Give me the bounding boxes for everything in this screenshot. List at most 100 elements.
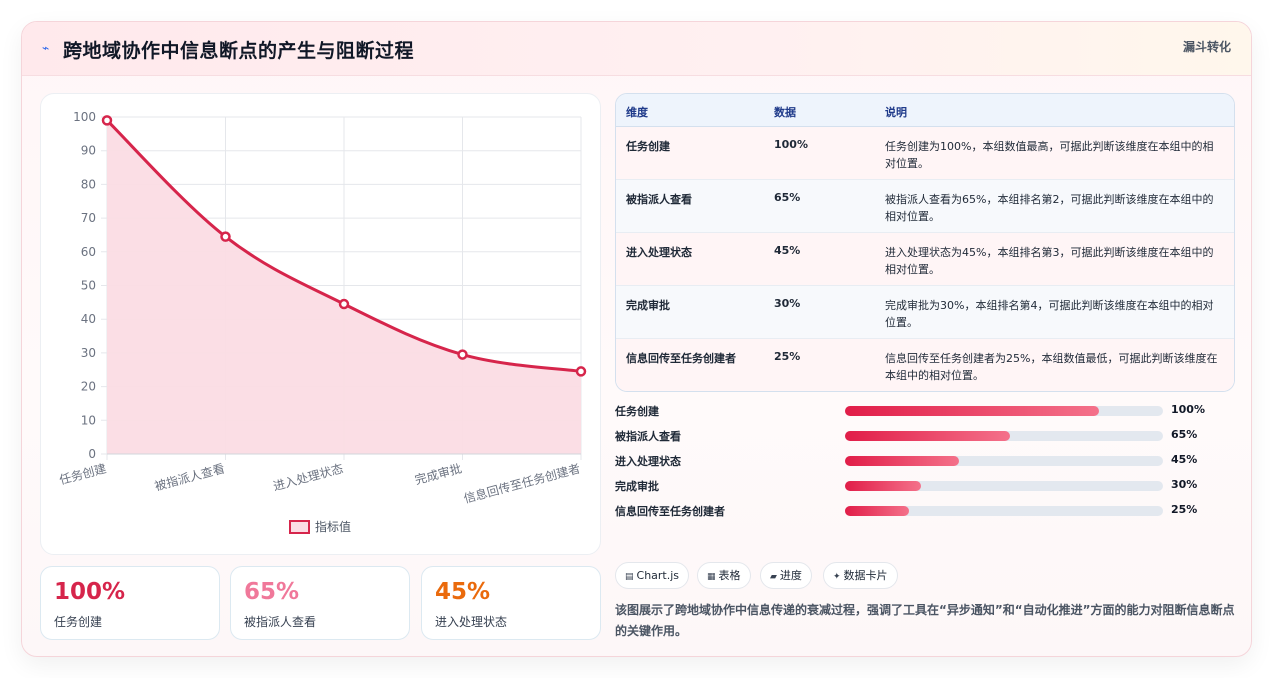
stat-label: 进入处理状态 xyxy=(435,615,508,629)
stat-card-3: 45% 进入处理状态 xyxy=(421,566,601,640)
sparkle-icon: ⌁ xyxy=(42,41,50,55)
cell-name: 被指派人查看 xyxy=(626,193,692,206)
cell-name: 进入处理状态 xyxy=(626,246,692,259)
chip-chartjs[interactable]: ▤ Chart.js xyxy=(615,562,690,589)
progress-fill xyxy=(845,431,1011,441)
chart-icon: ▤ xyxy=(625,572,634,582)
data-point xyxy=(338,298,350,310)
chip-data-card[interactable]: ✦ 数据卡片 xyxy=(823,562,898,589)
cell-name: 任务创建 xyxy=(626,140,670,153)
data-table: 维度 数据 说明 任务创建 100% 任务创建为100%，本组数值最高，可据此判… xyxy=(615,93,1235,392)
column-header-dimension: 维度 xyxy=(626,106,648,119)
y-tick-label: 20 xyxy=(81,380,96,394)
y-tick-label: 100 xyxy=(73,110,96,124)
x-tick-label: 进入处理状态 xyxy=(272,461,345,493)
cell-value: 65% xyxy=(774,191,801,204)
progress-track xyxy=(845,456,1163,466)
chip-label: Chart.js xyxy=(636,569,680,582)
progress-value: 25% xyxy=(1171,503,1198,516)
progress-row: 进入处理状态 45% xyxy=(615,451,1235,471)
data-point xyxy=(575,366,587,377)
chip-label: 表格 xyxy=(718,569,741,582)
progress-fill xyxy=(845,506,909,516)
cell-description: 任务创建为100%，本组数值最高，可据此判断该维度在本组中的相对位置。 xyxy=(885,140,1214,170)
progress-fill xyxy=(845,406,1100,416)
y-tick-label: 50 xyxy=(81,279,96,293)
stat-label: 任务创建 xyxy=(54,615,103,629)
cell-value: 100% xyxy=(774,138,808,151)
progress-fill xyxy=(845,481,922,491)
y-tick-label: 30 xyxy=(81,346,96,360)
area-chart: 0 10 20 30 40 50 60 70 80 90 100 任务创建 被指派人查看 进入处理状态 完成… xyxy=(58,110,587,534)
stat-value: 100% xyxy=(54,579,126,605)
card-icon: ✦ xyxy=(833,572,841,582)
page-title: 跨地域协作中信息断点的产生与阻断过程 xyxy=(63,40,415,62)
chip-table[interactable]: ▦ 表格 xyxy=(697,562,751,589)
category-tag: 漏斗转化 xyxy=(1182,40,1231,54)
progress-label: 完成审批 xyxy=(615,480,659,493)
stat-card-2: 65% 被指派人查看 xyxy=(230,566,410,640)
cell-value: 25% xyxy=(774,350,801,363)
y-tick-label: 0 xyxy=(88,447,96,461)
chip-label: 数据卡片 xyxy=(843,569,888,582)
dashboard-card: ⌁ 跨地域协作中信息断点的产生与阻断过程 漏斗转化 0 10 20 30 40 50 60 7… xyxy=(21,21,1252,657)
cell-name: 信息回传至任务创建者 xyxy=(626,352,736,365)
chart-description: 该图展示了跨地域协作中信息传递的衰减过程，强调了工具在“异步通知”和“自动化推进… xyxy=(615,603,1235,638)
progress-row: 信息回传至任务创建者 25% xyxy=(615,501,1235,521)
progress-row: 任务创建 100% xyxy=(615,401,1235,421)
x-tick-label: 被指派人查看 xyxy=(153,460,226,493)
x-tick-label: 信息回传至任务创建者 xyxy=(462,460,582,506)
progress-label: 任务创建 xyxy=(615,405,659,418)
column-header-description: 说明 xyxy=(885,106,907,119)
table-icon: ▦ xyxy=(707,572,716,582)
column-header-data: 数据 xyxy=(774,106,796,119)
progress-track xyxy=(845,406,1163,416)
progress-track xyxy=(845,506,1163,516)
stat-value: 45% xyxy=(435,579,491,605)
y-tick-label: 40 xyxy=(81,312,96,326)
stat-label: 被指派人查看 xyxy=(244,615,317,629)
progress-track xyxy=(845,431,1163,441)
y-tick-label: 60 xyxy=(81,245,96,259)
table-header: 维度 数据 说明 xyxy=(616,94,1234,127)
chip-label: 进度 xyxy=(779,569,802,582)
progress-value: 45% xyxy=(1171,453,1198,466)
table-row: 任务创建 100% 任务创建为100%，本组数值最高，可据此判断该维度在本组中的… xyxy=(616,127,1234,180)
table-row: 被指派人查看 65% 被指派人查看为65%，本组排名第2，可据此判断该维度在本组… xyxy=(616,180,1234,233)
progress-track xyxy=(845,481,1163,491)
y-tick-label: 70 xyxy=(81,211,96,225)
cell-value: 30% xyxy=(774,297,801,310)
progress-value: 100% xyxy=(1171,403,1205,416)
table-row: 进入处理状态 45% 进入处理状态为45%，本组排名第3，可据此判断该维度在本组… xyxy=(616,233,1234,286)
stat-value: 65% xyxy=(244,579,300,605)
stat-card-1: 100% 任务创建 xyxy=(40,566,220,640)
progress-label: 进入处理状态 xyxy=(615,455,681,468)
data-point xyxy=(220,231,231,242)
chart-panel: 0 10 20 30 40 50 60 70 80 90 100 任务创建 被指派人查看 进入处理状态 完成… xyxy=(40,93,601,555)
progress-label: 被指派人查看 xyxy=(615,430,681,443)
chip-progress[interactable]: ▰ 进度 xyxy=(760,562,812,589)
progress-label: 信息回传至任务创建者 xyxy=(615,505,725,518)
progress-fill xyxy=(845,456,960,466)
progress-value: 65% xyxy=(1171,428,1198,441)
progress-value: 30% xyxy=(1171,478,1198,491)
table-row: 完成审批 30% 完成审批为30%，本组排名第4，可据此判断该维度在本组中的相对… xyxy=(616,286,1234,339)
progress-icon: ▰ xyxy=(770,572,777,582)
cell-description: 完成审批为30%，本组排名第4，可据此判断该维度在本组中的相对位置。 xyxy=(885,299,1214,329)
progress-row: 被指派人查看 65% xyxy=(615,426,1235,446)
y-tick-label: 90 xyxy=(81,144,96,158)
cell-value: 45% xyxy=(774,244,801,257)
cell-description: 信息回传至任务创建者为25%，本组数值最低，可据此判断该维度在本组中的相对位置。 xyxy=(885,352,1218,382)
cell-name: 完成审批 xyxy=(626,299,670,312)
progress-row: 完成审批 30% xyxy=(615,476,1235,496)
data-point xyxy=(457,349,468,360)
card-header: ⌁ 跨地域协作中信息断点的产生与阻断过程 漏斗转化 xyxy=(22,22,1251,76)
y-tick-label: 10 xyxy=(81,413,96,427)
y-tick-label: 80 xyxy=(81,177,96,191)
cell-description: 被指派人查看为65%，本组排名第2，可据此判断该维度在本组中的相对位置。 xyxy=(885,193,1214,223)
table-row: 信息回传至任务创建者 25% 信息回传至任务创建者为25%，本组数值最低，可据此… xyxy=(616,339,1234,391)
legend-label: 指标值 xyxy=(315,519,351,534)
legend-swatch xyxy=(289,520,310,534)
cell-description: 进入处理状态为45%，本组排名第3，可据此判断该维度在本组中的相对位置。 xyxy=(885,246,1214,276)
data-point xyxy=(101,115,113,126)
